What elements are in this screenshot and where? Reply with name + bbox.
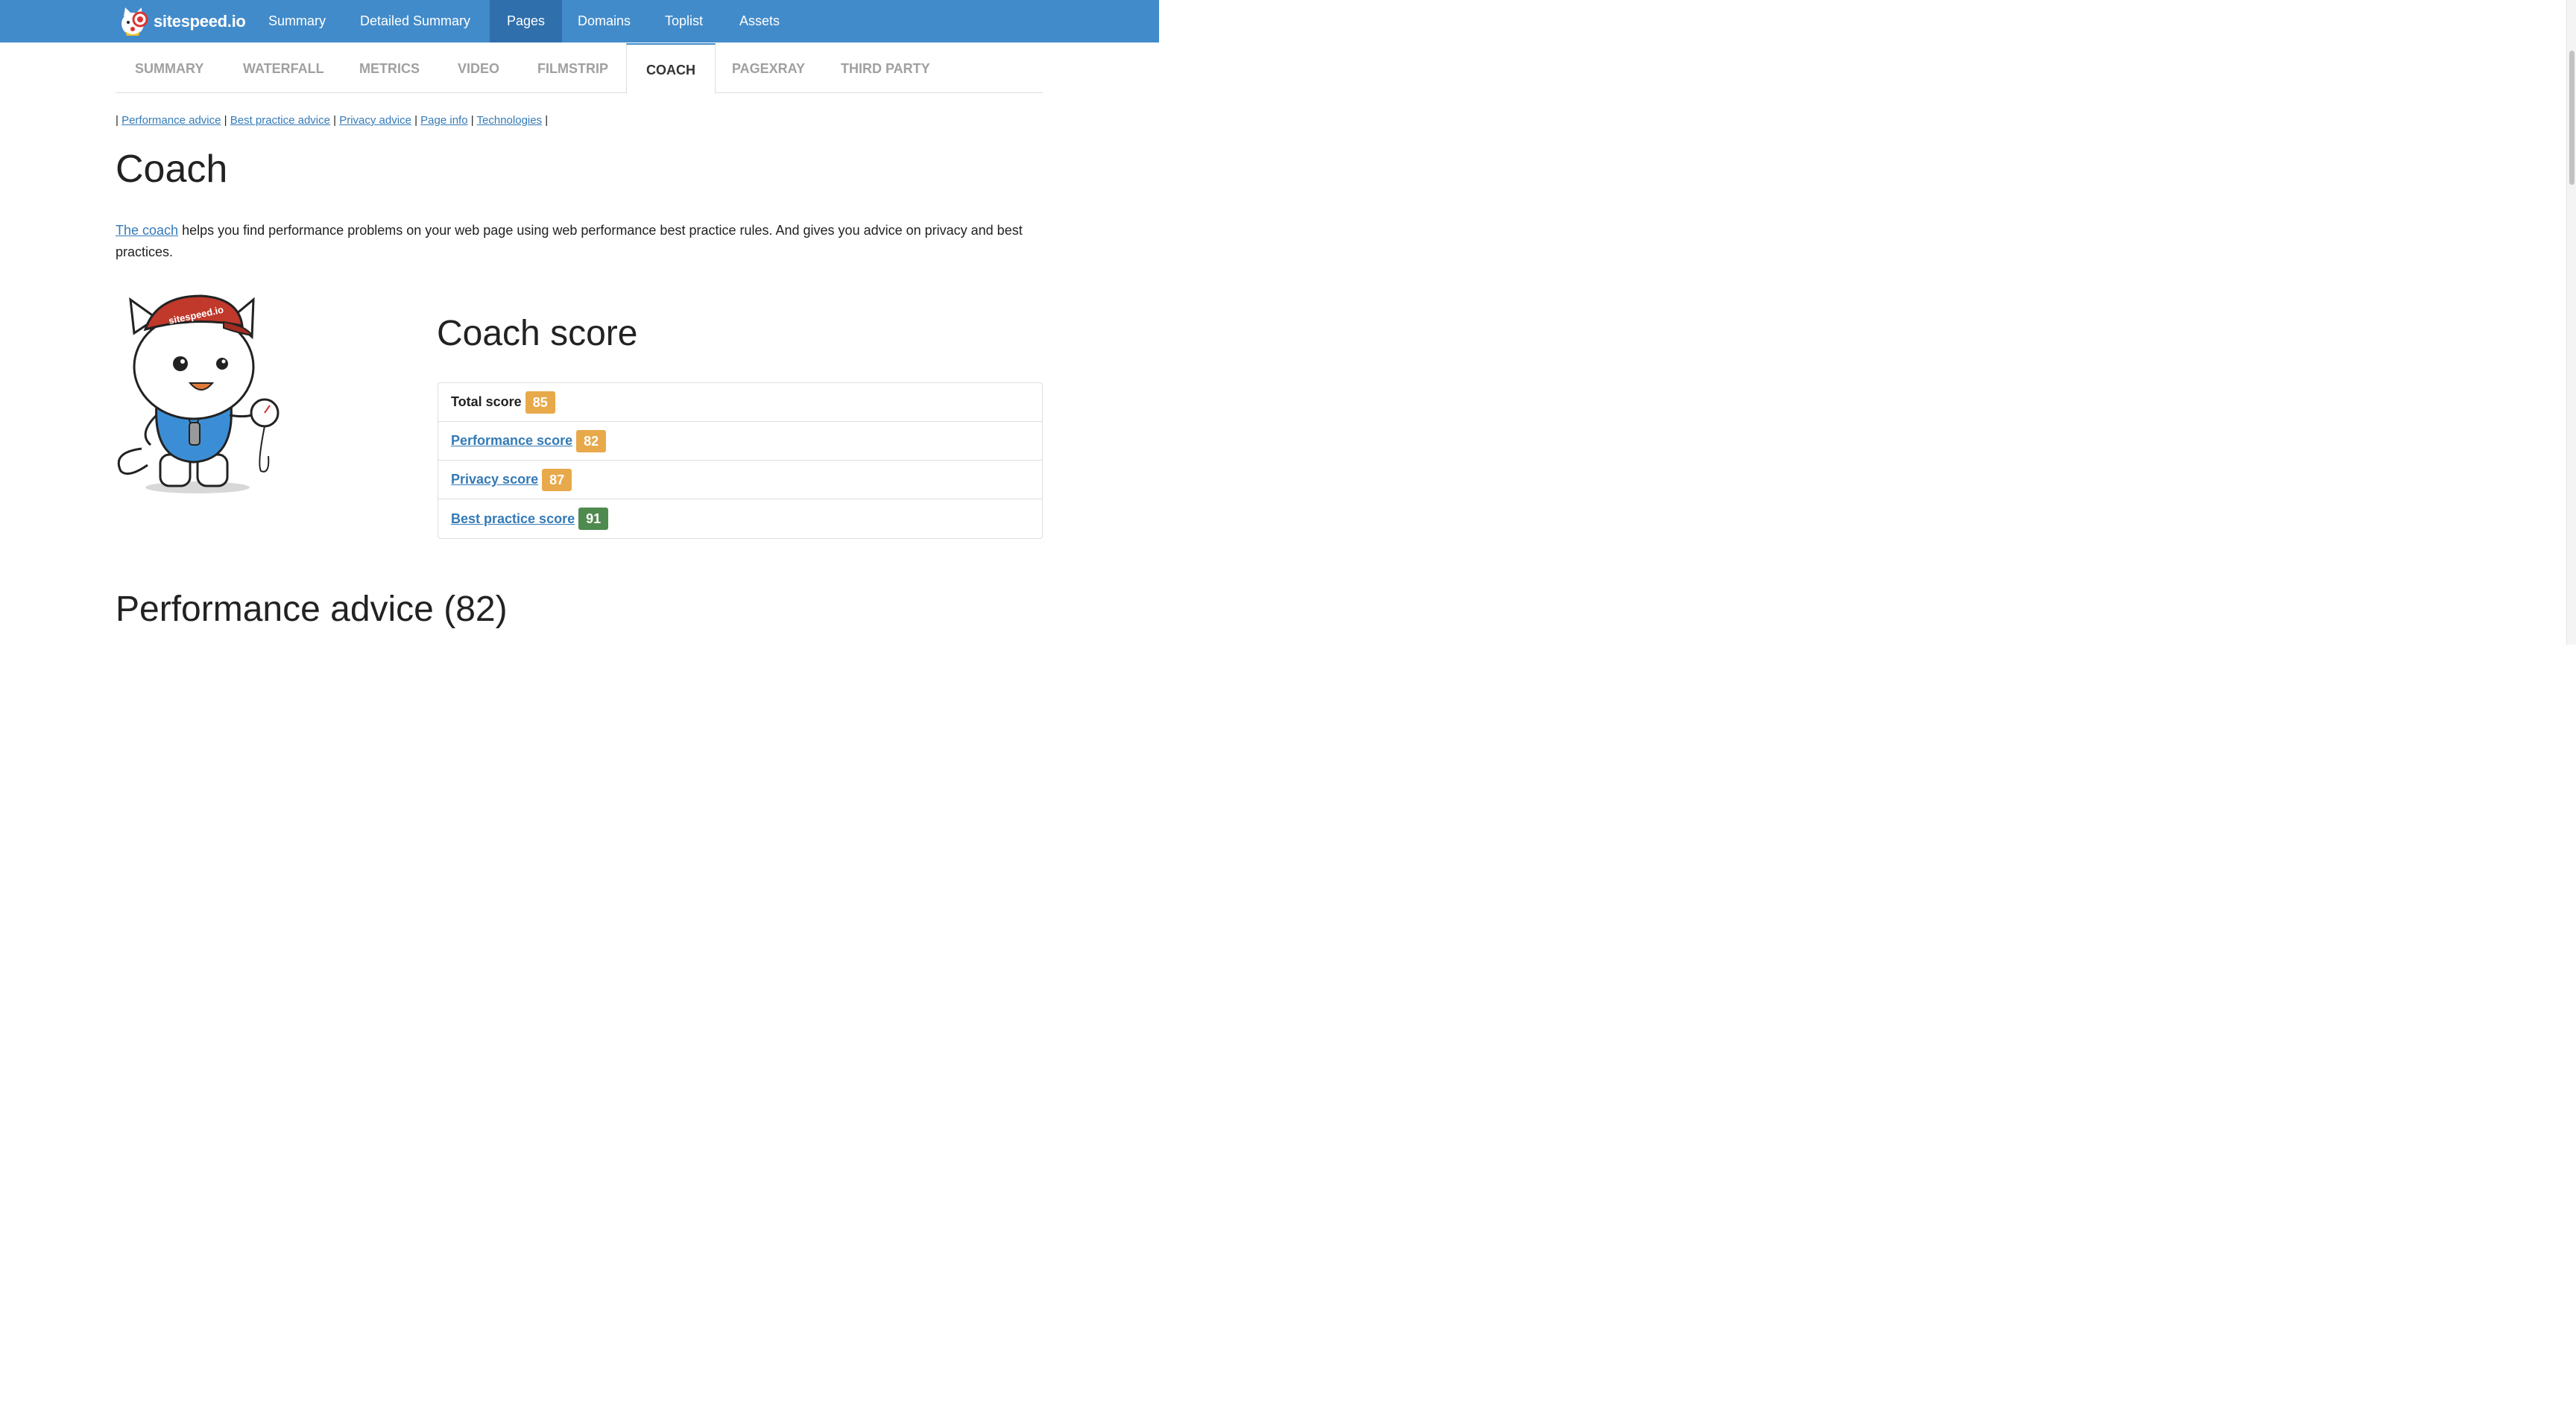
tab-filmstrip[interactable]: FILMSTRIP — [518, 43, 628, 93]
performance-score-link[interactable]: Performance score — [451, 433, 572, 449]
total-score-badge: 85 — [525, 391, 555, 414]
top-navbar: sitespeed.io Summary Detailed Summary Pa… — [0, 0, 1159, 42]
coach-mascot-image: sitespeed.io — [117, 294, 280, 493]
scrollbar-thumb[interactable] — [2569, 51, 2575, 185]
tab-pagexray[interactable]: PAGEXRAY — [713, 43, 824, 93]
logo-cat-icon — [121, 7, 148, 36]
link-page-info[interactable]: Page info — [420, 114, 467, 127]
link-technologies[interactable]: Technologies — [477, 114, 543, 127]
link-privacy-advice[interactable]: Privacy advice — [339, 114, 411, 127]
tab-video[interactable]: VIDEO — [438, 43, 519, 93]
privacy-score-link[interactable]: Privacy score — [451, 472, 538, 487]
link-best-practice-advice[interactable]: Best practice advice — [230, 114, 330, 127]
brand-name: sitespeed.io — [154, 12, 246, 31]
nav-toplist[interactable]: Toplist — [648, 0, 720, 42]
nav-detailed-summary[interactable]: Detailed Summary — [343, 0, 487, 42]
score-row-privacy: Privacy score 87 — [438, 461, 1042, 499]
nav-assets[interactable]: Assets — [722, 0, 797, 42]
coach-score-table: Total score 85 Performance score 82 Priv… — [438, 382, 1043, 539]
tab-waterfall[interactable]: WATERFALL — [224, 43, 344, 93]
tab-third-party[interactable]: THIRD PARTY — [821, 43, 950, 93]
coach-doc-link[interactable]: The coach — [116, 223, 178, 238]
tab-coach[interactable]: COACH — [626, 43, 716, 94]
tab-summary[interactable]: SUMMARY — [116, 43, 223, 93]
best-practice-score-badge: 91 — [578, 508, 609, 530]
intro-text: helps you find performance problems on y… — [116, 223, 1023, 259]
performance-advice-title: Performance advice (82) — [116, 590, 508, 629]
section-links: | Performance advice | Best practice adv… — [116, 114, 549, 127]
page-tabs: SUMMARY WATERFALL METRICS VIDEO FILMSTRI… — [116, 43, 1043, 94]
link-performance-advice[interactable]: Performance advice — [121, 114, 221, 127]
score-row-best-practice: Best practice score 91 — [438, 499, 1042, 538]
score-row-total: Total score 85 — [438, 383, 1042, 422]
score-row-performance: Performance score 82 — [438, 422, 1042, 461]
tab-metrics[interactable]: METRICS — [340, 43, 439, 93]
brand-logo[interactable]: sitespeed.io — [119, 5, 246, 38]
privacy-score-badge: 87 — [542, 468, 572, 491]
nav-summary[interactable]: Summary — [251, 0, 343, 42]
vertical-scrollbar[interactable] — [2566, 0, 2576, 645]
performance-score-badge: 82 — [576, 429, 607, 452]
intro-paragraph: The coach helps you find performance pro… — [116, 220, 1032, 263]
coach-score-title: Coach score — [437, 314, 638, 353]
nav-domains[interactable]: Domains — [561, 0, 648, 42]
total-score-label: Total score — [451, 394, 522, 409]
nav-pages[interactable]: Pages — [490, 0, 563, 42]
page-title: Coach — [116, 148, 228, 191]
best-practice-score-link[interactable]: Best practice score — [451, 511, 575, 527]
